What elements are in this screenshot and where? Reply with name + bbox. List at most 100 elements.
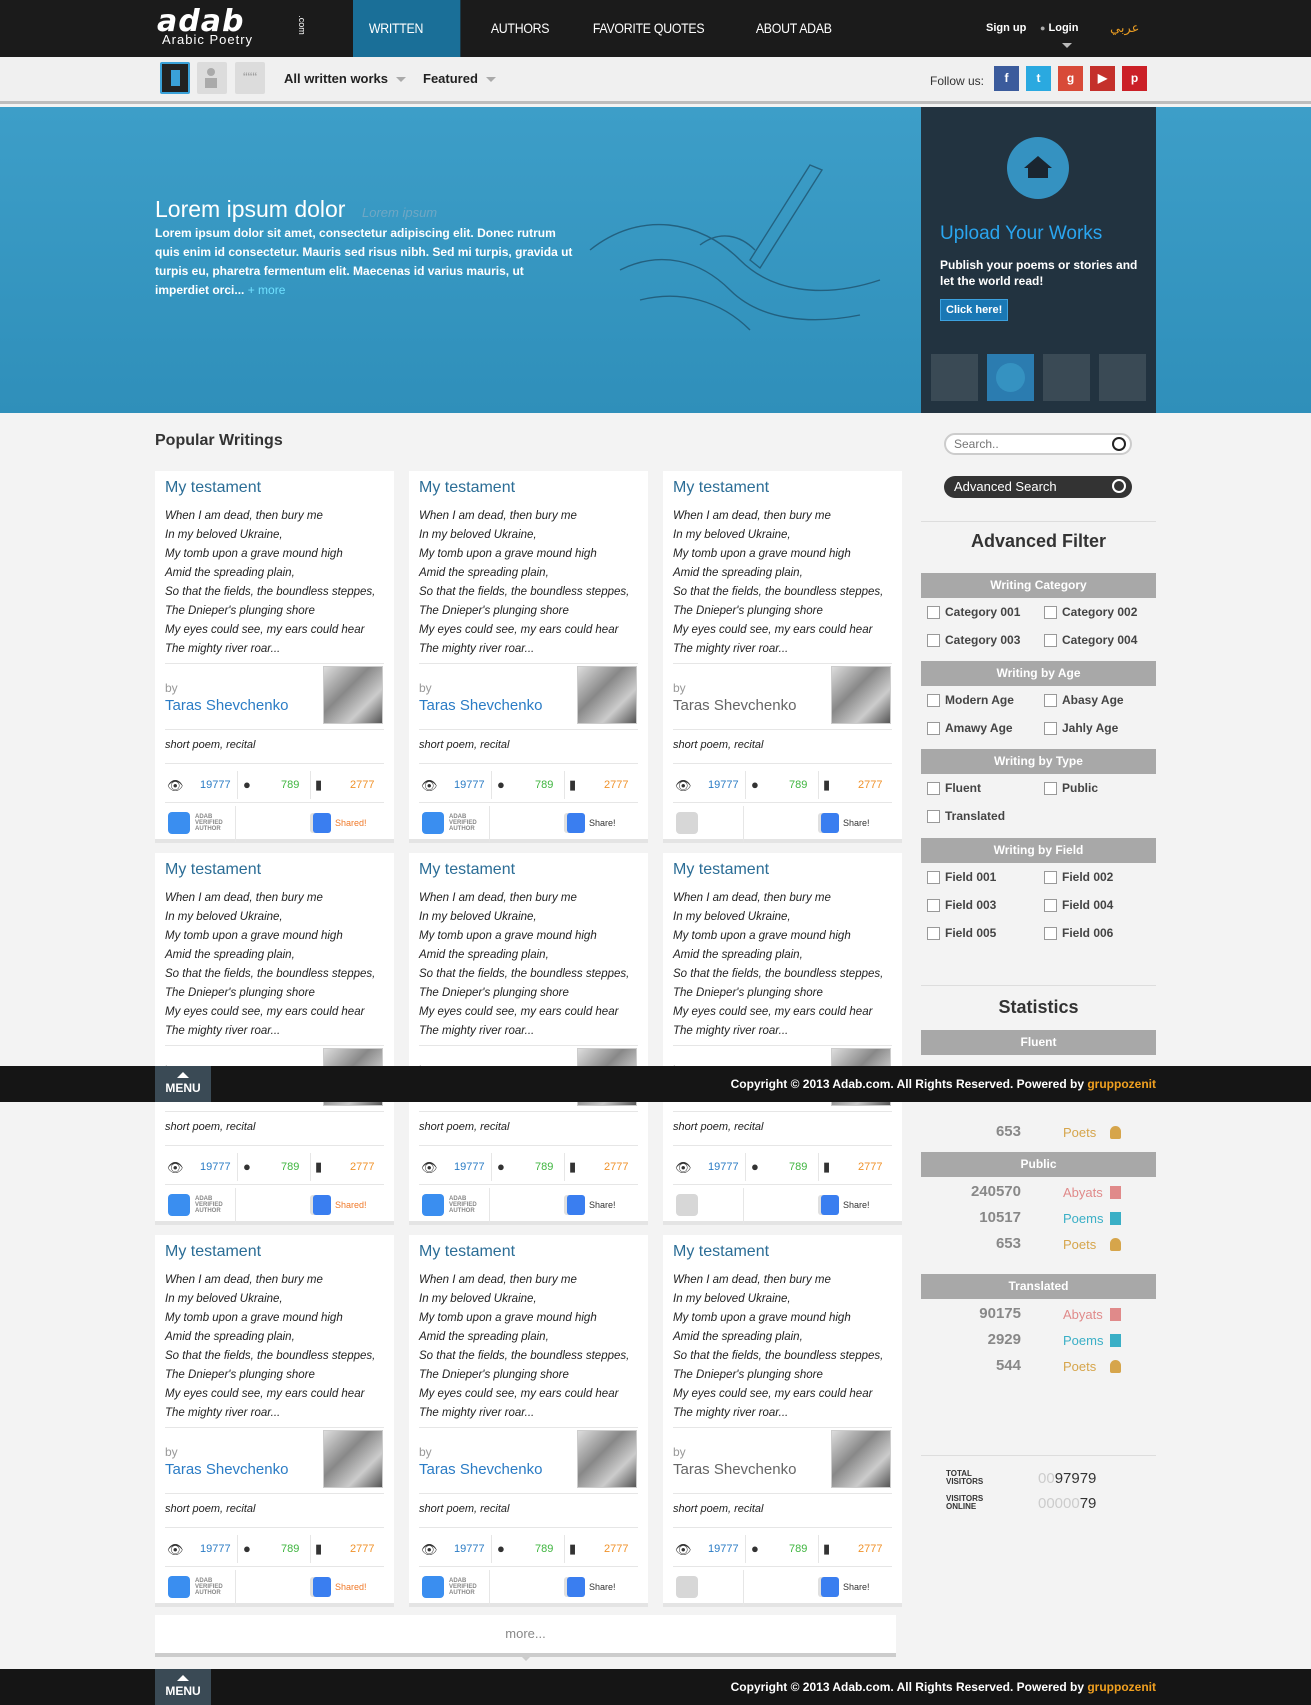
share-icon[interactable] xyxy=(313,813,331,833)
featured-dropdown[interactable]: Featured xyxy=(423,71,496,86)
author-link[interactable]: Taras Shevchenko xyxy=(673,1461,796,1478)
filter-checkbox-option[interactable]: Field 006 xyxy=(1044,926,1113,941)
thumbs-up-icon[interactable]: ▮ xyxy=(823,1541,830,1557)
filter-checkbox-option[interactable]: Field 005 xyxy=(927,926,996,941)
thumbs-up-icon[interactable]: ▮ xyxy=(315,1159,322,1175)
filter-checkbox-option[interactable]: Amawy Age xyxy=(927,721,1013,736)
author-link[interactable]: Taras Shevchenko xyxy=(165,697,288,714)
filter-group-header[interactable]: Writing by Age xyxy=(921,661,1156,686)
view-authors-button[interactable] xyxy=(197,62,227,94)
checkbox[interactable] xyxy=(1044,694,1057,708)
more-button[interactable]: more... xyxy=(155,1615,896,1653)
pinterest-icon[interactable]: p xyxy=(1122,66,1147,91)
search-icon[interactable] xyxy=(1112,437,1126,451)
writing-title[interactable]: My testament xyxy=(165,1243,261,1261)
filter-checkbox-option[interactable]: Field 004 xyxy=(1044,898,1113,913)
author-avatar[interactable] xyxy=(323,666,383,724)
powered-by-link[interactable]: gruppozenit xyxy=(1087,1680,1156,1694)
nav-authors[interactable]: AUTHORS xyxy=(475,0,565,57)
checkbox[interactable] xyxy=(1044,927,1057,941)
slide-thumbnail-1[interactable] xyxy=(931,354,978,401)
writing-title[interactable]: My testament xyxy=(165,861,261,879)
thumbs-up-icon[interactable]: ▮ xyxy=(823,777,830,793)
filter-group-header[interactable]: Writing Category xyxy=(921,573,1156,598)
filter-checkbox-option[interactable]: Category 003 xyxy=(927,633,1020,648)
checkbox[interactable] xyxy=(1044,606,1057,620)
share-button[interactable]: Share! xyxy=(843,818,870,828)
filter-checkbox-option[interactable]: Category 001 xyxy=(927,605,1020,620)
twitter-icon[interactable]: t xyxy=(1026,66,1051,91)
share-icon[interactable] xyxy=(313,1577,331,1597)
writing-title[interactable]: My testament xyxy=(419,479,515,497)
filter-checkbox-option[interactable]: Category 002 xyxy=(1044,605,1137,620)
author-avatar[interactable] xyxy=(831,666,891,724)
slide-thumbnail-2[interactable] xyxy=(987,354,1034,401)
checkbox[interactable] xyxy=(1044,899,1057,913)
writing-card[interactable]: My testament When I am dead, then bury me… xyxy=(155,1235,394,1606)
share-button[interactable]: Share! xyxy=(589,1200,616,1210)
menu-button[interactable]: MENU xyxy=(155,1066,211,1102)
writing-title[interactable]: My testament xyxy=(673,1243,769,1261)
filter-checkbox-option[interactable]: Field 003 xyxy=(927,898,996,913)
writing-card[interactable]: My testament When I am dead, then bury me… xyxy=(663,471,902,842)
filter-checkbox-option[interactable]: Fluent xyxy=(927,781,981,796)
thumbs-up-icon[interactable]: ▮ xyxy=(315,1541,322,1557)
filter-group-header[interactable]: Writing by Field xyxy=(921,838,1156,863)
filter-group-header[interactable]: Writing by Type xyxy=(921,749,1156,774)
author-link[interactable]: Taras Shevchenko xyxy=(419,1461,542,1478)
nav-about-adab[interactable]: ABOUT ADAB xyxy=(740,0,848,57)
share-icon[interactable] xyxy=(821,1195,839,1215)
share-button[interactable]: Share! xyxy=(843,1200,870,1210)
filter-checkbox-option[interactable]: Jahly Age xyxy=(1044,721,1118,736)
share-button[interactable]: Shared! xyxy=(335,1582,367,1592)
share-icon[interactable] xyxy=(313,1195,331,1215)
author-avatar[interactable] xyxy=(831,1430,891,1488)
signup-link[interactable]: Sign up xyxy=(986,22,1026,34)
filter-checkbox-option[interactable]: Field 002 xyxy=(1044,870,1113,885)
share-icon[interactable] xyxy=(567,813,585,833)
thumbs-up-icon[interactable]: ▮ xyxy=(569,777,576,793)
slide-thumbnail-3[interactable] xyxy=(1043,354,1090,401)
menu-button[interactable]: MENU xyxy=(155,1669,211,1705)
adab-logo[interactable]: adab Arabic Poetry .com xyxy=(157,7,307,48)
view-documents-button[interactable] xyxy=(160,62,190,94)
view-quotes-button[interactable]: “““ xyxy=(235,62,265,94)
writing-title[interactable]: My testament xyxy=(419,861,515,879)
writing-card[interactable]: My testament When I am dead, then bury me… xyxy=(663,853,902,1224)
share-icon[interactable] xyxy=(821,1577,839,1597)
powered-by-link[interactable]: gruppozenit xyxy=(1087,1077,1156,1091)
checkbox[interactable] xyxy=(927,722,940,736)
writing-card[interactable]: My testament When I am dead, then bury me… xyxy=(155,471,394,842)
author-avatar[interactable] xyxy=(323,1430,383,1488)
facebook-icon[interactable]: f xyxy=(994,66,1019,91)
writing-card[interactable]: My testament When I am dead, then bury me… xyxy=(663,1235,902,1606)
filter-checkbox-option[interactable]: Abasy Age xyxy=(1044,693,1124,708)
share-button[interactable]: Share! xyxy=(589,818,616,828)
checkbox[interactable] xyxy=(927,810,940,824)
share-button[interactable]: Share! xyxy=(589,1582,616,1592)
writing-title[interactable]: My testament xyxy=(673,479,769,497)
writing-card[interactable]: My testament When I am dead, then bury me… xyxy=(409,471,648,842)
writing-card[interactable]: My testament When I am dead, then bury me… xyxy=(409,853,648,1224)
checkbox[interactable] xyxy=(927,871,940,885)
youtube-icon[interactable]: ▶ xyxy=(1090,66,1115,91)
share-button[interactable]: Share! xyxy=(843,1582,870,1592)
filter-checkbox-option[interactable]: Translated xyxy=(927,809,1005,824)
thumbs-up-icon[interactable]: ▮ xyxy=(823,1159,830,1175)
checkbox[interactable] xyxy=(927,899,940,913)
checkbox[interactable] xyxy=(1044,782,1057,796)
filter-checkbox-option[interactable]: Category 004 xyxy=(1044,633,1137,648)
share-button[interactable]: Shared! xyxy=(335,818,367,828)
thumbs-up-icon[interactable]: ▮ xyxy=(315,777,322,793)
writing-card[interactable]: My testament When I am dead, then bury me… xyxy=(409,1235,648,1606)
nav-favorite-quotes[interactable]: FAVORITE QUOTES xyxy=(577,0,720,57)
all-written-works-dropdown[interactable]: All written works xyxy=(284,71,407,86)
checkbox[interactable] xyxy=(927,694,940,708)
upload-click-here-button[interactable]: Click here! xyxy=(940,299,1009,321)
thumbs-up-icon[interactable]: ▮ xyxy=(569,1159,576,1175)
checkbox[interactable] xyxy=(1044,634,1057,648)
hero-more-link[interactable]: + more xyxy=(248,283,286,297)
share-icon[interactable] xyxy=(567,1195,585,1215)
filter-checkbox-option[interactable]: Modern Age xyxy=(927,693,1014,708)
filter-checkbox-option[interactable]: Field 001 xyxy=(927,870,996,885)
